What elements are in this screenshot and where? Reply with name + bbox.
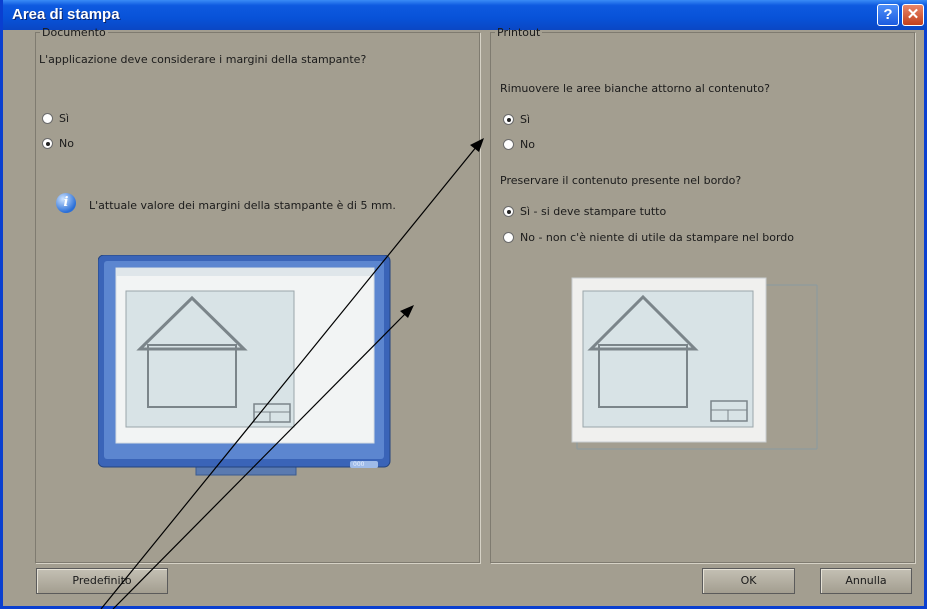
arrow-line-lower (112, 312, 407, 609)
arrow-line-upper (100, 145, 478, 609)
annotation-arrows (100, 138, 484, 609)
print-area-dialog: Area di stampa ? ✕ Documento L'applicazi… (0, 0, 927, 609)
arrow-head-upper (470, 138, 484, 152)
arrow-head-lower (400, 305, 414, 318)
